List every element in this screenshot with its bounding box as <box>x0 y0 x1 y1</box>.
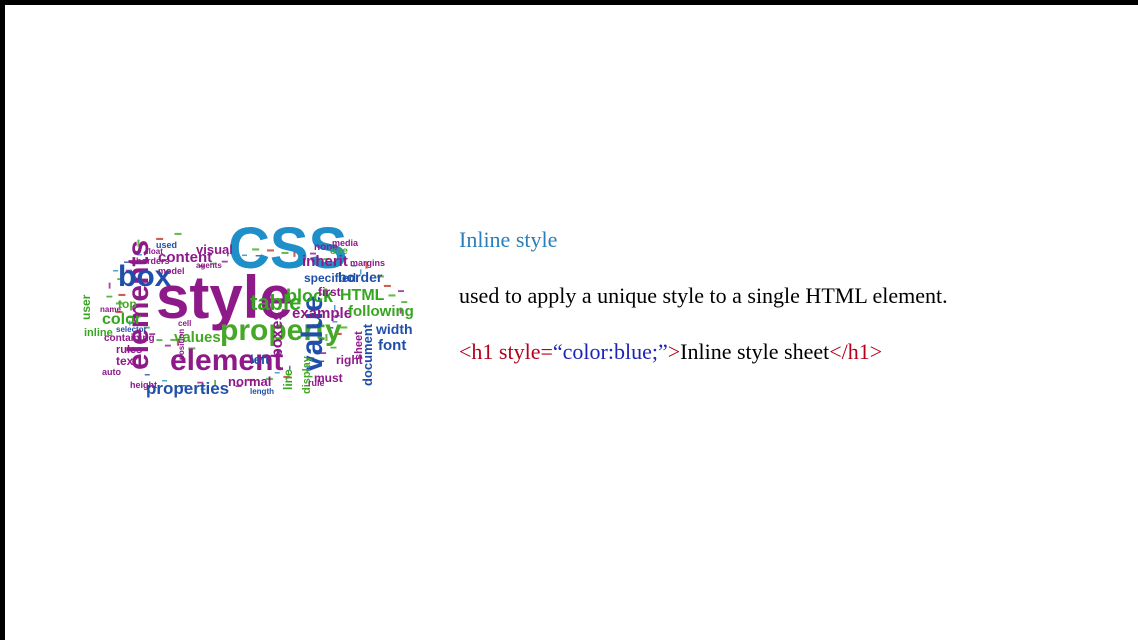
cloud-word: border <box>338 269 383 285</box>
cloud-word: selector <box>116 325 147 334</box>
word-cloud-svg: ▬▬▬▬▬▬▬▬▬▬▬▬▬▬▬▬▬▬▬▬▬▬▬▬▬▬▬▬▬▬▬▬▬▬▬▬▬▬▬▬… <box>79 216 414 398</box>
cloud-word: containing <box>104 333 155 344</box>
cloud-word: float <box>146 247 163 256</box>
cloud-word: name <box>100 305 121 314</box>
cloud-word: one <box>330 246 348 257</box>
cloud-filler-mark: ▬ <box>107 283 113 289</box>
cloud-word: visual <box>196 242 233 257</box>
code-example: <h1 style=“color:blue;”>Inline style she… <box>459 339 882 365</box>
cloud-filler-mark: ▬ <box>106 294 112 300</box>
slide: ▬ ▬ ▬ ▬ ▬ ▬ ▬ ▬ ▬ ▬ ▬ ▬ ▬ ▬ ▬ ▬ ▬ ▬ ▬ ▬ ▬ ▬ ▬ ▬ ▬ ▬ ▬ ▬ ▬ ▬ ▬ ▬ ▬ ▬ ▬ ▬ ▬ ▬ ▬ ▬… <box>5 5 1138 640</box>
cloud-word: boxes <box>269 312 286 358</box>
cloud-word: width <box>375 321 413 337</box>
cloud-filler-mark: ▬ <box>174 230 181 237</box>
cloud-word: example <box>292 305 352 322</box>
cloud-word: text <box>116 354 137 368</box>
cloud-filler-mark: ▬ <box>145 372 150 378</box>
cloud-word: margins <box>350 258 385 268</box>
cloud-word: position <box>177 329 186 360</box>
cloud-word: line <box>281 369 295 390</box>
cloud-filler-mark: ▬ <box>398 288 404 294</box>
cloud-filler-mark: ▬ <box>156 337 162 343</box>
cloud-word: borders <box>136 256 170 266</box>
cloud-filler-mark: ▬ <box>388 292 395 299</box>
code-content: Inline style sheet <box>680 339 830 364</box>
cloud-word: rule <box>308 378 325 388</box>
cloud-filler-mark: ▬ <box>384 282 391 289</box>
slide-heading: Inline style <box>459 227 558 252</box>
cloud-word: first <box>318 285 341 299</box>
cloud-word: display <box>301 355 313 394</box>
cloud-word: properties <box>146 379 229 398</box>
cloud-word: length <box>250 387 274 396</box>
code-close-tag: </h1> <box>829 339 883 364</box>
code-open-tag-close: > <box>667 339 681 364</box>
cloud-word: auto <box>102 367 122 377</box>
cloud-word: left <box>250 352 270 367</box>
css-word-cloud-image: ▬ ▬ ▬ ▬ ▬ ▬ ▬ ▬ ▬ ▬ ▬ ▬ ▬ ▬ ▬ ▬ ▬ ▬ ▬ ▬ ▬ ▬ ▬ ▬ ▬ ▬ ▬ ▬ ▬ ▬ ▬ ▬ ▬ ▬ ▬ ▬ ▬ ▬ ▬ ▬… <box>60 210 425 405</box>
cloud-word: cell <box>178 319 191 328</box>
cloud-word: model <box>158 266 185 276</box>
code-open-tag: <h1 style= <box>459 339 553 364</box>
cloud-word: following <box>348 303 414 320</box>
cloud-word: height <box>130 380 157 390</box>
cloud-word: HTML <box>340 287 385 304</box>
cloud-word: rules <box>116 344 142 356</box>
cloud-word: agents <box>196 261 222 270</box>
code-attr-value: “color:blue;” <box>552 339 668 364</box>
slide-description: used to apply a unique style to a single… <box>459 283 948 308</box>
cloud-word: font <box>378 337 406 354</box>
cloud-word: user <box>79 294 93 320</box>
cloud-word: sheet <box>353 331 365 360</box>
